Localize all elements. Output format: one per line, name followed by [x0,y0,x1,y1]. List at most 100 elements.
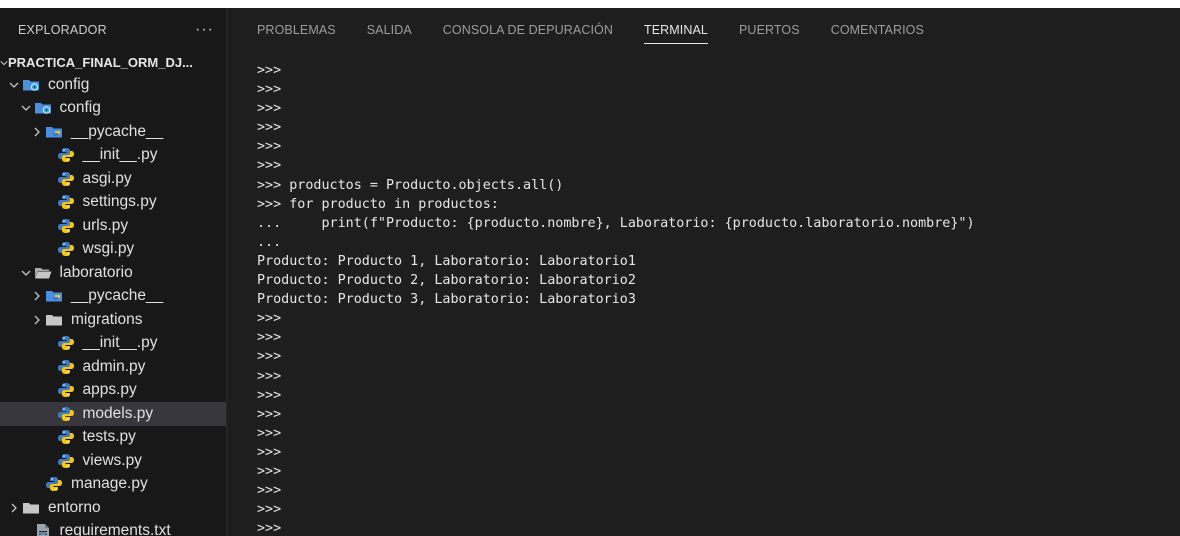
tree-item[interactable]: asgi.py [0,167,226,191]
tree-item[interactable]: migrations [0,308,226,332]
tree-item[interactable]: requirements.txt [0,520,226,536]
tree-item[interactable]: manage.py [0,473,226,497]
terminal-line: >>> [257,349,282,365]
terminal-line: >>> [257,463,282,479]
terminal-line: >>> for producto in productos: [257,196,499,212]
python-file-icon [57,193,79,211]
terminal-line: >>> [257,82,282,98]
explorer-sidebar: EXPLORADOR ··· PRACTICA_FINAL_ORM_DJ...c… [0,8,227,536]
chevron-right-icon[interactable] [29,291,45,301]
tree-item[interactable]: models.py [0,402,226,426]
bottom-panel: PROBLEMAS SALIDA CONSOLA DE DEPURACIÓN TERM… [227,8,1180,536]
tree-item[interactable]: settings.py [0,191,226,215]
terminal-line: >>> [257,120,282,136]
more-actions-button[interactable]: ··· [195,21,214,39]
terminal-line: ... [257,234,282,250]
tree-item[interactable]: config [0,97,226,121]
terminal-line: Producto: Producto 3, Laboratorio: Labor… [257,292,636,308]
tree-item[interactable]: entorno [0,496,226,520]
tree-item[interactable]: apps.py [0,379,226,403]
python-file-icon [57,217,79,235]
python-folder-icon [45,287,67,305]
folder-icon [22,499,44,517]
tab-problemas[interactable]: PROBLEMAS [257,8,336,52]
terminal-line: >>> [257,311,282,327]
terminal-line: Producto: Producto 1, Laboratorio: Labor… [257,253,636,269]
config-folder-icon [34,99,56,117]
terminal-line: >>> [257,444,282,460]
python-file-icon [45,475,67,493]
tree-item-label: config [48,75,90,93]
terminal-line: >>> [257,368,282,384]
tree-item-label: config [59,99,101,117]
tab-consola-de-depuraci-n[interactable]: CONSOLA DE DEPURACIÓN [443,8,613,52]
python-folder-icon [45,123,67,141]
explorer-header: EXPLORADOR ··· [0,8,226,52]
tree-item-label: PRACTICA_FINAL_ORM_DJ... [8,55,193,70]
python-file-icon [57,146,79,164]
chevron-down-icon[interactable] [0,58,8,68]
tree-item-label: entorno [48,498,101,516]
folder-icon [45,311,67,329]
tree-item[interactable]: __init__.py [0,144,226,168]
tree-item[interactable]: urls.py [0,214,226,238]
file-tree: PRACTICA_FINAL_ORM_DJ...config config __py… [0,52,226,536]
python-file-icon [57,405,79,423]
chevron-right-icon[interactable] [6,503,22,513]
tree-item[interactable]: admin.py [0,355,226,379]
terminal-line: >>> [257,101,282,117]
tree-item-label: settings.py [82,193,157,211]
explorer-title: EXPLORADOR [18,23,107,37]
chevron-down-icon[interactable] [6,80,22,90]
chevron-right-icon[interactable] [29,127,45,137]
terminal-line: >>> [257,502,282,518]
tree-item[interactable]: laboratorio [0,261,226,285]
tree-item-label: requirements.txt [59,522,171,536]
terminal-line: >>> [257,483,282,499]
vscode-window: EXPLORADOR ··· PRACTICA_FINAL_ORM_DJ...c… [0,8,1180,536]
terminal-output[interactable]: >>> >>> >>> >>> >>> >>> >>> productos = Produc… [257,61,1170,536]
folder-open-icon [34,264,56,282]
terminal-line: Producto: Producto 2, Laboratorio: Labor… [257,273,636,289]
python-file-icon [57,240,79,258]
terminal-line: >>> [257,330,282,346]
project-root[interactable]: PRACTICA_FINAL_ORM_DJ... [0,52,226,73]
chevron-down-icon[interactable] [18,103,34,113]
tree-item-label: tests.py [82,428,136,446]
tree-item-label: asgi.py [82,169,132,187]
terminal-line: >>> [257,139,282,155]
terminal-line: >>> [257,521,282,536]
terminal-line: >>> [257,406,282,422]
tree-item-label: laboratorio [59,263,133,281]
python-file-icon [57,381,79,399]
tree-item-label: __pycache__ [71,287,164,305]
terminal-line: ... print(f"Producto: {producto.nombre},… [257,215,975,231]
tree-item[interactable]: config [0,73,226,97]
terminal-line: >>> [257,425,282,441]
terminal-line: >>> [257,63,282,78]
config-folder-icon [22,76,44,94]
terminal-line: >>> [257,158,282,174]
tab-salida[interactable]: SALIDA [367,8,412,52]
tree-item[interactable]: views.py [0,449,226,473]
python-file-icon [57,334,79,352]
tree-item-label: manage.py [71,475,148,493]
tree-item[interactable]: tests.py [0,426,226,450]
chevron-down-icon[interactable] [18,268,34,278]
panel-tabs: PROBLEMAS SALIDA CONSOLA DE DEPURACIÓN TERM… [227,8,1180,52]
tab-puertos[interactable]: PUERTOS [739,8,800,52]
chevron-right-icon[interactable] [29,315,45,325]
tree-item-label: __init__.py [82,334,158,352]
tab-comentarios[interactable]: COMENTARIOS [831,8,924,52]
terminal-line: >>> productos = Producto.objects.all() [257,177,564,193]
tab-terminal[interactable]: TERMINAL [643,8,709,52]
tree-item-label: __init__.py [82,146,158,164]
tree-item[interactable]: __init__.py [0,332,226,356]
tree-item[interactable]: wsgi.py [0,238,226,262]
tree-item-label: apps.py [82,381,137,399]
python-file-icon [57,452,79,470]
tree-item[interactable]: __pycache__ [0,120,226,144]
tree-item-label: models.py [82,404,154,422]
tree-item[interactable]: __pycache__ [0,285,226,309]
python-file-icon [57,170,79,188]
